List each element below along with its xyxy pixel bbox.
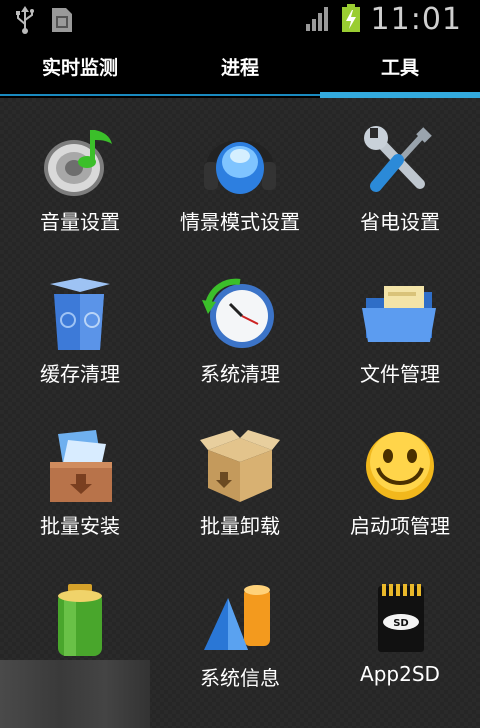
tab-bar: 实时监测 进程 工具 — [0, 38, 480, 98]
sd-card-icon: SD — [360, 578, 440, 658]
tool-power-saving-settings[interactable]: 省电设置 — [320, 98, 480, 250]
obscured-region — [0, 660, 150, 728]
tool-batch-install[interactable]: 批量安装 — [0, 402, 160, 554]
battery-icon — [40, 578, 120, 658]
tool-scene-mode-settings[interactable]: 情景模式设置 — [160, 98, 320, 250]
shapes-icon — [200, 578, 280, 658]
tools-grid: 音量设置 情景模式设置 省电设置 缓存清理 系统清理 文件管理 批量安装 批量卸… — [0, 98, 480, 728]
tool-label: 音量设置 — [40, 210, 120, 234]
tool-cache-clean[interactable]: 缓存清理 — [0, 250, 160, 402]
tab-realtime-monitor[interactable]: 实时监测 — [0, 38, 160, 98]
tool-label: 系统清理 — [200, 362, 280, 386]
headphones-icon — [200, 122, 280, 202]
install-box-icon — [40, 426, 120, 506]
tool-label: 系统信息 — [200, 666, 280, 690]
tool-label: 省电设置 — [360, 210, 440, 234]
tool-label: 启动项管理 — [350, 514, 450, 538]
tool-system-clean[interactable]: 系统清理 — [160, 250, 320, 402]
tool-file-manager[interactable]: 文件管理 — [320, 250, 480, 402]
uninstall-box-icon — [200, 426, 280, 506]
tab-processes[interactable]: 进程 — [160, 38, 320, 98]
battery-charging-icon — [341, 3, 361, 37]
volume-speaker-icon — [40, 122, 120, 202]
svg-text:SD: SD — [393, 618, 409, 629]
smiley-icon — [360, 426, 440, 506]
recycle-bin-icon — [40, 274, 120, 354]
tool-system-info[interactable]: 系统信息 — [160, 554, 320, 706]
tool-app2sd[interactable]: SD App2SD — [320, 554, 480, 706]
usb-icon — [14, 6, 36, 38]
clock-time: 11:01 — [370, 2, 462, 37]
folder-icon — [360, 274, 440, 354]
tool-startup-manager[interactable]: 启动项管理 — [320, 402, 480, 554]
tool-volume-settings[interactable]: 音量设置 — [0, 98, 160, 250]
tool-label: 情景模式设置 — [180, 210, 300, 234]
tool-label: 缓存清理 — [40, 362, 120, 386]
tool-label: 批量安装 — [40, 514, 120, 538]
signal-icon — [305, 4, 331, 36]
sim-card-icon — [50, 6, 74, 38]
status-bar: 11:01 — [0, 0, 480, 38]
tool-label: 批量卸载 — [200, 514, 280, 538]
tool-batch-uninstall[interactable]: 批量卸载 — [160, 402, 320, 554]
wrench-screwdriver-icon — [360, 122, 440, 202]
tool-label: 文件管理 — [360, 362, 440, 386]
tool-label: App2SD — [360, 662, 440, 686]
tab-tools[interactable]: 工具 — [320, 38, 480, 98]
clock-refresh-icon — [200, 274, 280, 354]
